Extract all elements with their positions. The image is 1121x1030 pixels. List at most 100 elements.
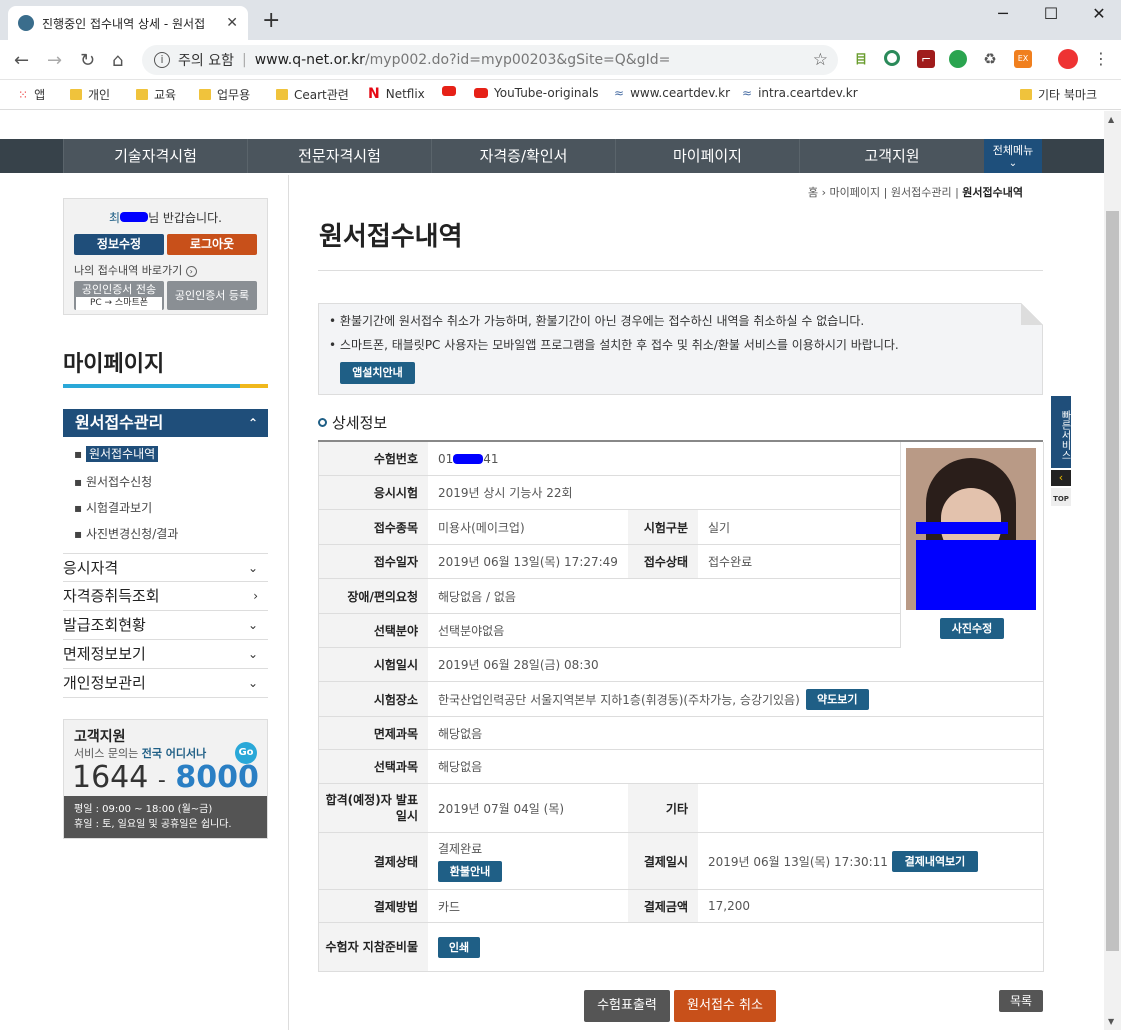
bookmark-intra[interactable]: ≈ intra.ceartdev.kr (742, 86, 858, 100)
page-title: 원서접수내역 (319, 222, 463, 252)
pass-date: 2019년 07월 04일 (목) (428, 784, 628, 833)
bookmark-netflix[interactable]: N Netflix (368, 86, 425, 102)
global-nav: 기술자격시험 전문자격시험 자격증/확인서 마이페이지 고객지원 (0, 139, 1104, 173)
chevron-left-icon[interactable]: ‹ (1051, 470, 1071, 486)
forward-icon[interactable]: → (47, 50, 62, 71)
back-icon[interactable]: ← (14, 50, 29, 71)
divider (318, 442, 319, 972)
edit-info-button[interactable]: 정보수정 (74, 234, 164, 255)
bookmark-folder[interactable]: Ceart관련 (276, 86, 349, 103)
fold-corner (1021, 303, 1043, 325)
profile-avatar[interactable] (1058, 49, 1078, 69)
exam-number: 01 41 (428, 442, 900, 476)
sidebar-section[interactable]: 발급조회현황 ⌄ (63, 611, 268, 640)
sidebar-section[interactable]: 개인정보관리 ⌄ (63, 669, 268, 698)
cert-register-button[interactable]: 공인인증서 등록 (167, 281, 257, 310)
chevron-down-icon: ⌄ (1008, 158, 1018, 169)
scroll-down-icon[interactable]: ▼ (1108, 1017, 1114, 1026)
row-label: 장애/편의요청 (318, 579, 428, 614)
extension-icon[interactable]: EX (1014, 50, 1032, 68)
cert-transfer-button[interactable]: 공인인증서 전송 PC → 스마트폰 (74, 281, 164, 310)
info-icon[interactable]: i (154, 52, 170, 68)
refund-info-button[interactable]: 환불안내 (438, 861, 502, 882)
row-label: 결제일시 (628, 833, 698, 890)
sidebar-subitem[interactable]: ▪ 원서접수내역 (74, 445, 159, 462)
other-bookmarks[interactable]: 기타 북마크 (1020, 86, 1097, 103)
scrollbar-thumb[interactable] (1106, 211, 1119, 951)
maximize-button[interactable]: ☐ (1036, 4, 1066, 23)
extension-icon[interactable] (949, 50, 967, 68)
all-menu-label: 전체메뉴 (992, 144, 1034, 157)
cs-title: 고객지원 (74, 729, 126, 745)
tab-title: 진행중인 접수내역 상세 - 원서접 (42, 16, 206, 31)
cs-hours: 평일 : 09:00 ~ 18:00 (월~금) 휴일 : 토, 일요일 및 공… (64, 796, 267, 838)
bookmark-ceartdev[interactable]: ≈ www.ceartdev.kr (614, 86, 730, 100)
browser-toolbar: ← → ↻ ⌂ i 주의 요함 | www.q-net.or.kr /myp00… (0, 40, 1121, 80)
home-icon[interactable]: ⌂ (112, 50, 123, 71)
recycle-icon[interactable]: ♻ (981, 50, 999, 68)
bookmark-folder[interactable]: 업무용 (199, 86, 250, 103)
gnb-item[interactable]: 자격증/확인서 (431, 139, 615, 173)
logout-button[interactable]: 로그아웃 (167, 234, 257, 255)
bookmark-star-icon[interactable]: ☆ (813, 50, 828, 70)
gnb-item[interactable]: 마이페이지 (615, 139, 799, 173)
sidebar-subitem[interactable]: ▪ 시험결과보기 (74, 499, 152, 516)
notice-line: • 환불기간에 원서접수 취소가 가능하며, 환불기간이 아닌 경우에는 접수하… (329, 314, 865, 328)
bookmark-youtube-originals[interactable]: YouTube-originals (474, 86, 598, 100)
extension-icon[interactable] (884, 50, 900, 66)
new-tab-button[interactable]: + (262, 8, 280, 33)
top-button[interactable]: TOP (1051, 488, 1071, 506)
bookmark-apps[interactable]: ⁙ 앱 (18, 86, 45, 103)
youtube-icon (474, 88, 488, 98)
minimize-button[interactable]: ─ (988, 4, 1018, 23)
quick-service-tab[interactable]: 빠른서비스 (1051, 396, 1071, 468)
pay-method: 카드 (428, 890, 628, 923)
menu-icon[interactable]: ⋮ (1092, 50, 1110, 68)
pay-detail-button[interactable]: 결제내역보기 (891, 850, 978, 872)
exam-place: 한국산업인력공단 서울지역본부 지하1층(휘경동)(주차가능, 승강기있음) 약도… (428, 682, 1043, 717)
cancel-application-button[interactable]: 원서접수 취소 (674, 990, 776, 1022)
close-window-button[interactable]: ✕ (1084, 4, 1114, 23)
bookmark-youtube[interactable] (442, 86, 462, 96)
print-ticket-button[interactable]: 수험표출력 (584, 990, 670, 1022)
shortcut-link[interactable]: 나의 접수내역 바로가기 › (74, 262, 197, 278)
sidebar-section-active[interactable]: 원서접수관리 ⌃ (63, 409, 268, 437)
pdf-extension-icon[interactable]: ⌐ (917, 50, 935, 68)
exempt-subject: 해당없음 (428, 717, 1043, 750)
print-button[interactable]: 인쇄 (438, 936, 480, 958)
pay-status: 결제완료 환불안내 (428, 833, 628, 890)
list-button[interactable]: 목록 (999, 990, 1043, 1012)
close-tab-icon[interactable]: ✕ (226, 15, 238, 31)
sidebar-subitem[interactable]: ▪ 사진변경신청/결과 (74, 525, 178, 542)
map-button[interactable]: 약도보기 (805, 688, 869, 710)
sidebar-title: 마이페이지 (63, 352, 165, 377)
app-install-button[interactable]: 앱설치안내 (340, 362, 415, 384)
sidebar-subitem[interactable]: ▪ 원서접수신청 (74, 473, 152, 490)
photo-edit-button[interactable]: 사진수정 (940, 618, 1004, 639)
divider (1043, 442, 1044, 972)
bookmark-folder[interactable]: 교육 (136, 86, 176, 103)
gnb-item[interactable]: 고객지원 (799, 139, 984, 173)
gnb-item[interactable]: 전문자격시험 (247, 139, 431, 173)
exam-type: 미용사(메이크업) (428, 510, 628, 545)
youtube-icon (442, 86, 456, 96)
scroll-up-icon[interactable]: ▲ (1108, 115, 1114, 124)
gnb-item[interactable]: 기술자격시험 (63, 139, 247, 173)
row-label: 합격(예정)자 발표일시 (318, 784, 428, 833)
scrollbar[interactable]: ▲ ▼ (1104, 111, 1121, 1030)
address-bar[interactable]: i 주의 요함 | www.q-net.or.kr /myp002.do?id=… (142, 45, 838, 75)
bookmark-folder[interactable]: 개인 (70, 86, 110, 103)
all-menu-button[interactable]: 전체메뉴 ⌄ (984, 139, 1042, 173)
sidebar-section[interactable]: 자격증취득조회 › (63, 582, 268, 611)
row-label: 시험일시 (318, 648, 428, 682)
accessibility-request: 해당없음 / 없음 (428, 579, 900, 614)
extension-icon[interactable]: 目 (852, 50, 870, 68)
reload-icon[interactable]: ↻ (80, 50, 95, 71)
exam-kind: 실기 (698, 510, 900, 545)
browser-tab[interactable]: 진행중인 접수내역 상세 - 원서접 ✕ (8, 6, 248, 40)
row-label: 수험번호 (318, 442, 428, 476)
applicant-photo (906, 448, 1036, 610)
sidebar-section[interactable]: 응시자격 ⌄ (63, 553, 268, 582)
apps-icon: ⁙ (18, 87, 29, 102)
sidebar-section[interactable]: 면제정보보기 ⌄ (63, 640, 268, 669)
